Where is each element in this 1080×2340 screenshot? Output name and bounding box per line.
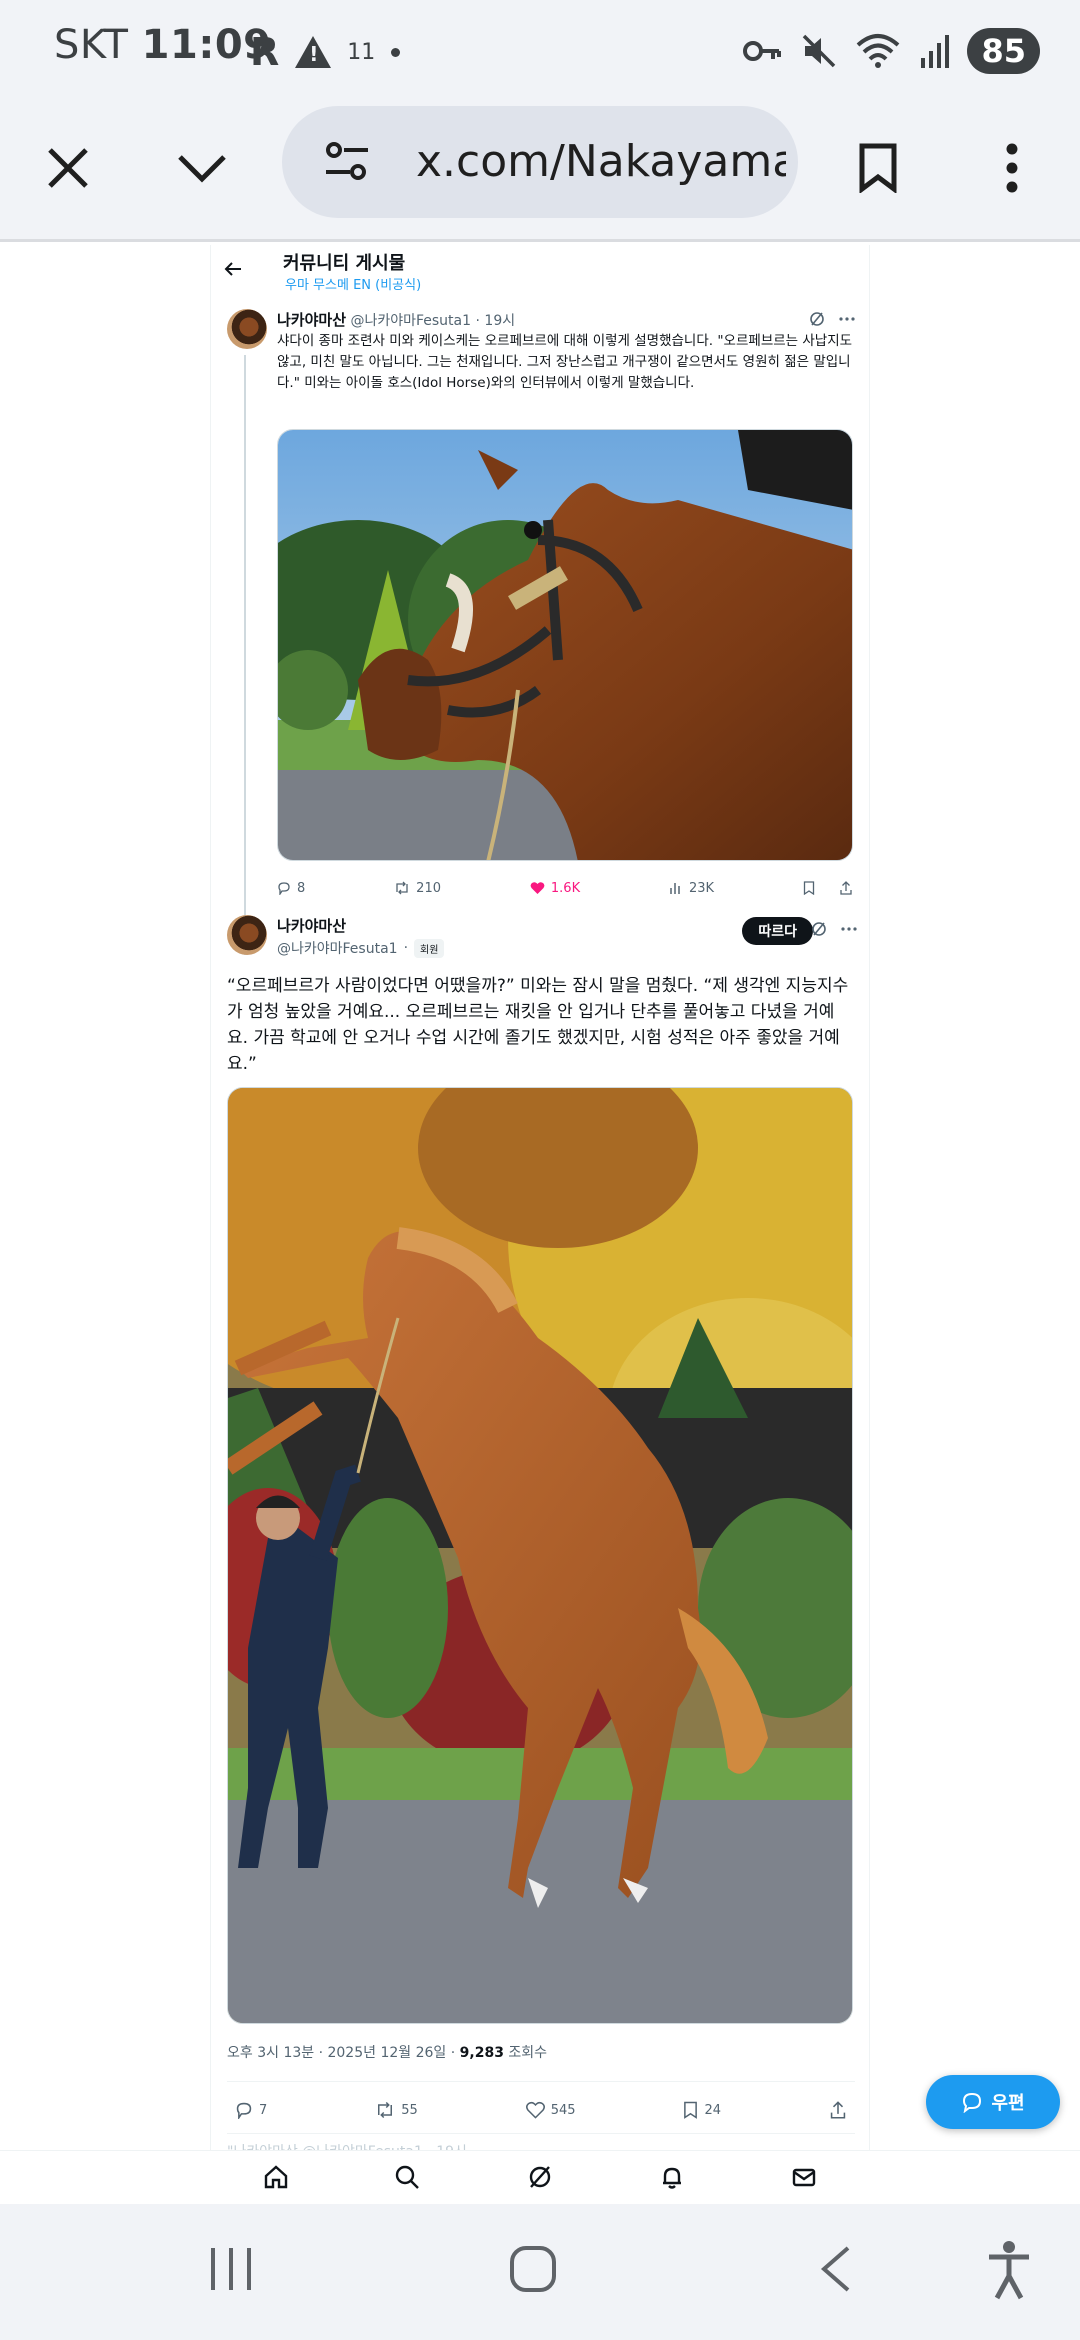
battery-indicator: 85: [967, 28, 1040, 74]
chevron-down-icon[interactable]: [162, 128, 242, 208]
home-icon[interactable]: [262, 2163, 290, 2191]
repost-icon: [378, 2101, 393, 2119]
post-text: “오르페브르가 사람이었다면 어땠을까?” 미와는 잠시 말을 멈췄다. “제 …: [227, 976, 849, 1074]
post-image-horse-head[interactable]: [277, 429, 853, 861]
signal-icon: [921, 35, 950, 68]
like-button[interactable]: 545: [525, 2101, 576, 2119]
bookmark-button[interactable]: 24: [683, 2101, 721, 2119]
avatar[interactable]: [227, 309, 267, 349]
views-button[interactable]: 23K: [669, 881, 714, 896]
community-link[interactable]: 우마 무스메 EN (비공식): [285, 274, 421, 293]
author-handle[interactable]: @나카야마Fesuta1: [350, 313, 471, 329]
member-badge: 회원: [414, 938, 445, 958]
grok-icon[interactable]: [811, 921, 827, 937]
post-image-rearing-horse[interactable]: [227, 1087, 853, 2024]
post-column: 커뮤니티 게시물 우마 무스메 EN (비공식) 나카야마산 @나카야마Fesu…: [210, 245, 870, 2150]
author-handle[interactable]: @나카야마Fesuta1: [277, 938, 398, 958]
home-button-icon[interactable]: [508, 2244, 558, 2294]
data-indicator: 11: [347, 39, 376, 65]
browser-toolbar: x.com/Nakayamal: [0, 100, 1080, 242]
more-vert-icon[interactable]: [972, 128, 1052, 208]
author-name[interactable]: 나카야마산: [277, 311, 346, 329]
repost-button[interactable]: 55: [375, 2101, 418, 2119]
mute-icon: [803, 34, 836, 68]
bell-icon[interactable]: [658, 2163, 686, 2191]
status-time: SKT 11:09: [54, 22, 272, 68]
close-icon[interactable]: [28, 128, 108, 208]
grok-icon[interactable]: [809, 311, 825, 327]
next-post-peek[interactable]: "나카야마산 @나카야마Fesuta1 · 19시: [227, 2141, 467, 2150]
web-page: 커뮤니티 게시물 우마 무스메 EN (비공식) 나카야마산 @나카야마Fesu…: [0, 245, 1080, 2150]
heart-icon: [525, 2101, 545, 2119]
url-text: x.com/Nakayamal: [416, 136, 786, 187]
share-button[interactable]: [829, 2101, 847, 2119]
bookmark-icon[interactable]: [838, 128, 918, 208]
back-nav-icon[interactable]: [818, 2244, 854, 2294]
post-timestamp[interactable]: 오후 3시 13분 · 2025년 12월 26일 ·: [227, 2045, 455, 2061]
views-icon: [670, 883, 680, 894]
divider: [227, 2133, 855, 2134]
bookmark-small-icon: [684, 2101, 698, 2119]
key-icon: [743, 41, 782, 61]
mail-icon[interactable]: [790, 2163, 818, 2191]
avatar[interactable]: [227, 915, 267, 955]
r-icon: R: [250, 30, 280, 74]
more-icon[interactable]: [839, 317, 855, 321]
address-bar[interactable]: x.com/Nakayamal: [282, 106, 798, 218]
view-count: 9,283: [459, 2045, 504, 2061]
post-meta: 오후 3시 13분 · 2025년 12월 26일 · 9,283 조회수: [227, 2045, 548, 2061]
messages-fab[interactable]: 우편: [926, 2075, 1060, 2129]
like-button[interactable]: 1.6K: [530, 881, 580, 896]
search-icon[interactable]: [393, 2163, 421, 2191]
reply-button[interactable]: 8: [277, 881, 305, 896]
reply-icon: [278, 882, 290, 895]
site-settings-icon[interactable]: [324, 140, 370, 184]
page-title: 커뮤니티 게시물: [283, 253, 406, 274]
page-header: 커뮤니티 게시물 우마 무스메 EN (비공식): [211, 245, 871, 301]
post-actions: 7 55 545 24: [227, 2095, 855, 2125]
notification-dot-icon: [391, 47, 401, 57]
thread-line: [244, 355, 246, 955]
follow-button[interactable]: 따르다: [742, 917, 813, 945]
more-icon[interactable]: [841, 927, 857, 931]
fab-label: 우편: [991, 2093, 1025, 2114]
recent-apps-icon[interactable]: [208, 2244, 254, 2294]
message-icon: [963, 2092, 982, 2113]
reply-button[interactable]: 7: [235, 2101, 267, 2119]
bookmark-small-icon[interactable]: [803, 881, 815, 895]
share-icon: [830, 2101, 846, 2119]
post-header: 나카야마산 @나카야마Fesuta1 · 19시: [277, 311, 516, 329]
status-bar: SKT 11:09 R 11 85: [0, 0, 1080, 100]
heart-filled-icon: [530, 882, 545, 894]
grok-icon[interactable]: [526, 2163, 554, 2191]
back-arrow-icon[interactable]: [223, 259, 243, 279]
system-nav-bar: [0, 2204, 1080, 2340]
post-actions: 8 210 1.6K 23K: [277, 875, 853, 901]
author-name[interactable]: 나카야마산: [277, 915, 346, 936]
accessibility-icon[interactable]: [986, 2240, 1032, 2300]
repost-icon: [396, 881, 408, 895]
warning-icon: [295, 36, 332, 68]
x-bottom-nav: [0, 2150, 1080, 2202]
share-icon[interactable]: [839, 881, 853, 895]
reply-icon: [236, 2102, 252, 2119]
post-time[interactable]: 19시: [484, 313, 515, 329]
repost-button[interactable]: 210: [394, 881, 441, 896]
divider: [227, 2081, 855, 2082]
post-text: 샤다이 종마 조련사 미와 케이스케는 오르페브르에 대해 이렇게 설명했습니다…: [277, 333, 853, 391]
wifi-icon: [857, 34, 900, 68]
